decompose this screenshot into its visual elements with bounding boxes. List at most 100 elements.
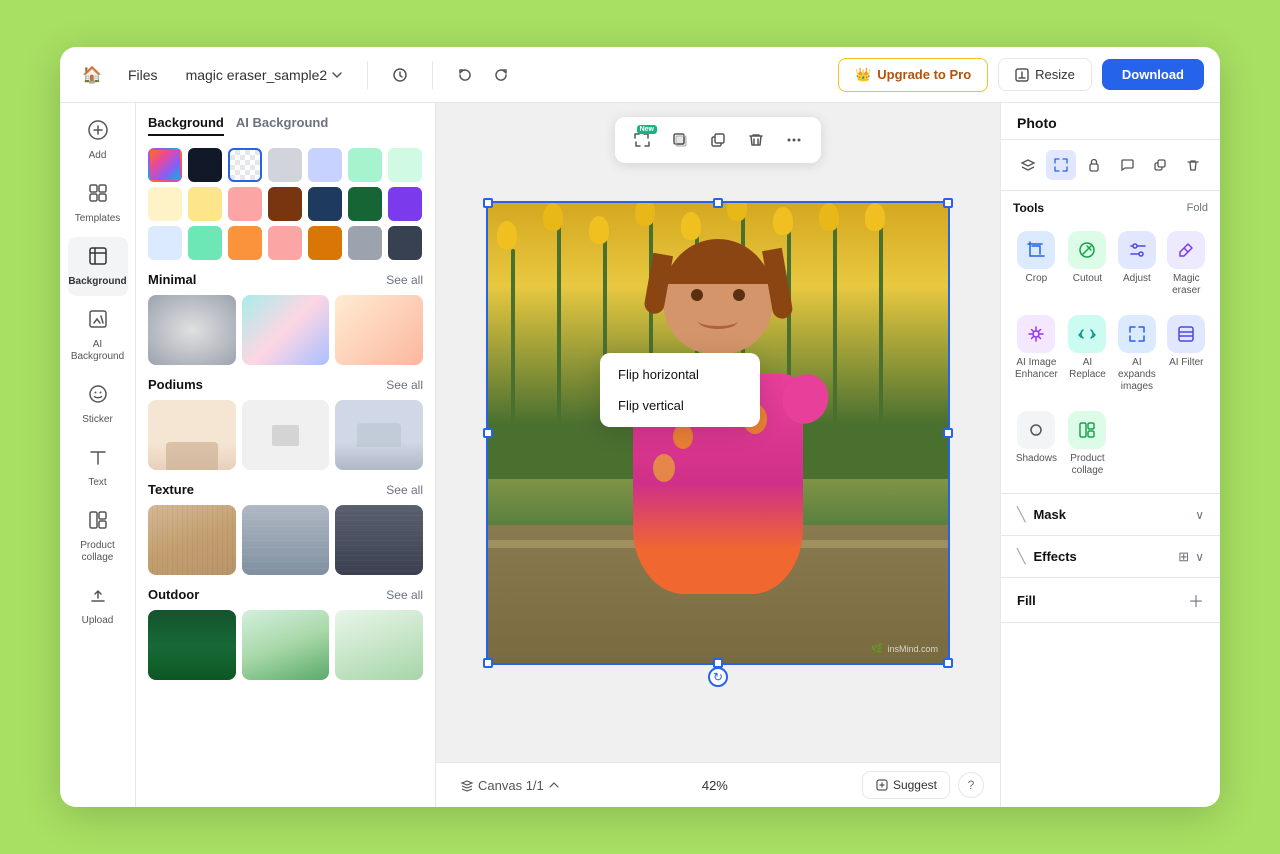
tool-ai-replace[interactable]: AI Replace <box>1066 309 1109 399</box>
swatch-green-lighter[interactable] <box>388 148 422 182</box>
sidebar-item-sticker[interactable]: Sticker <box>68 375 128 434</box>
magic-expand-button[interactable]: New <box>625 123 659 157</box>
swatch-red[interactable] <box>268 226 302 260</box>
swatch-dark-gray[interactable] <box>388 226 422 260</box>
fill-add-button[interactable]: ＋ <box>1188 588 1204 612</box>
swatch-brown[interactable] <box>268 187 302 221</box>
home-button[interactable]: 🏠 <box>76 59 108 91</box>
swatch-black[interactable] <box>188 148 222 182</box>
rp-lock-button[interactable] <box>1079 150 1109 180</box>
swatch-orange[interactable] <box>228 226 262 260</box>
tool-ai-image-enhancer[interactable]: AI Image Enhancer <box>1013 309 1060 399</box>
suggest-button[interactable]: Suggest <box>862 771 950 799</box>
sidebar-item-ai-background[interactable]: AI Background <box>68 300 128 371</box>
sidebar-item-upload[interactable]: Upload <box>68 576 128 635</box>
tool-shadows[interactable]: Shadows <box>1013 405 1060 483</box>
handle-tl[interactable] <box>483 198 493 208</box>
swatch-indigo-light[interactable] <box>308 148 342 182</box>
tools-fold[interactable]: Fold <box>1187 202 1208 214</box>
tool-cutout[interactable]: Cutout <box>1066 225 1109 303</box>
outdoor-thumb-2[interactable] <box>242 610 330 680</box>
tool-adjust[interactable]: Adjust <box>1115 225 1158 303</box>
texture-thumb-2[interactable] <box>242 505 330 575</box>
podium-thumb-2[interactable] <box>242 400 330 470</box>
outdoor-thumb-1[interactable] <box>148 610 236 680</box>
swatch-dark-green[interactable] <box>348 187 382 221</box>
texture-thumb-3[interactable] <box>335 505 423 575</box>
tool-crop[interactable]: Crop <box>1013 225 1060 303</box>
swatch-lightgray[interactable] <box>268 148 302 182</box>
handle-mr[interactable] <box>943 428 953 438</box>
sidebar-item-templates[interactable]: Templates <box>68 174 128 233</box>
upgrade-button[interactable]: 👑 Upgrade to Pro <box>838 58 988 92</box>
swatch-red-light[interactable] <box>228 187 262 221</box>
canvas-delete-button[interactable] <box>739 123 773 157</box>
handle-tr[interactable] <box>943 198 953 208</box>
tool-magic-eraser[interactable]: Magic eraser <box>1165 225 1208 303</box>
resize-button[interactable]: Resize <box>998 58 1092 91</box>
canvas-layers-button[interactable]: Canvas 1/1 <box>452 774 568 797</box>
tab-background[interactable]: Background <box>148 115 224 136</box>
filename-selector[interactable]: magic eraser_sample2 <box>178 63 352 87</box>
minimal-thumb-2[interactable] <box>242 295 330 365</box>
swatch-rainbow[interactable] <box>148 148 182 182</box>
sidebar-item-text[interactable]: Text <box>68 438 128 497</box>
handle-bl[interactable] <box>483 658 493 668</box>
section-outdoor-see-all[interactable]: See all <box>386 588 423 602</box>
handle-ml[interactable] <box>483 428 493 438</box>
rp-comment-button[interactable] <box>1112 150 1142 180</box>
rp-magic-expand-button[interactable] <box>1046 150 1076 180</box>
undo-button[interactable] <box>449 59 481 91</box>
files-link[interactable]: Files <box>120 63 166 87</box>
canvas-shadow-button[interactable] <box>663 123 697 157</box>
handle-tc[interactable] <box>713 198 723 208</box>
swatch-yellow[interactable] <box>188 187 222 221</box>
sidebar-item-add[interactable]: Add <box>68 111 128 170</box>
podium-thumb-1[interactable] <box>148 400 236 470</box>
canvas-toolbar: New <box>615 117 821 163</box>
rp-layers-button[interactable] <box>1013 150 1043 180</box>
canvas-more-button[interactable] <box>777 123 811 157</box>
flip-vertical-item[interactable]: Flip vertical <box>606 390 754 421</box>
section-texture-see-all[interactable]: See all <box>386 483 423 497</box>
outdoor-thumb-3[interactable] <box>335 610 423 680</box>
canvas-duplicate-button[interactable] <box>701 123 735 157</box>
help-button[interactable]: ? <box>958 772 984 798</box>
section-minimal-see-all[interactable]: See all <box>386 273 423 287</box>
effects-accordion-header[interactable]: ╲ Effects ⊞ ∨ <box>1001 536 1220 577</box>
tool-ai-filter[interactable]: AI Filter <box>1165 309 1208 399</box>
swatch-amber[interactable] <box>308 226 342 260</box>
swatch-blue-very-light[interactable] <box>148 226 182 260</box>
texture-thumb-1[interactable] <box>148 505 236 575</box>
mask-title-row: ╲ Mask <box>1017 506 1066 523</box>
swatch-yellow-light[interactable] <box>148 187 182 221</box>
effects-settings-icon[interactable]: ⊞ <box>1178 549 1189 565</box>
mask-accordion-header[interactable]: ╲ Mask ∨ <box>1001 494 1220 535</box>
rotate-handle[interactable]: ↻ <box>708 667 728 687</box>
swatch-navy[interactable] <box>308 187 342 221</box>
tool-ai-expands[interactable]: AI expands images <box>1115 309 1158 399</box>
download-button[interactable]: Download <box>1102 59 1204 90</box>
fill-section: Fill ＋ <box>1001 578 1220 623</box>
swatch-purple[interactable] <box>388 187 422 221</box>
handle-br[interactable] <box>943 658 953 668</box>
podium-thumb-3[interactable] <box>335 400 423 470</box>
tab-ai-background[interactable]: AI Background <box>236 115 328 136</box>
tool-product-collage[interactable]: Product collage <box>1066 405 1109 483</box>
history-icon[interactable] <box>384 59 416 91</box>
minimal-thumb-3[interactable] <box>335 295 423 365</box>
image-frame[interactable]: 🌿 insMind.com ↻ <box>486 201 950 665</box>
swatch-teal-light[interactable] <box>188 226 222 260</box>
sidebar-item-background[interactable]: Background <box>68 237 128 296</box>
flip-horizontal-item[interactable]: Flip horizontal <box>606 359 754 390</box>
swatch-transparent[interactable] <box>228 148 262 182</box>
icon-sidebar: Add Templates Background AI Background <box>60 103 136 807</box>
swatch-mid-gray[interactable] <box>348 226 382 260</box>
rp-duplicate-button[interactable] <box>1145 150 1175 180</box>
sidebar-item-product-collage[interactable]: Product collage <box>68 501 128 572</box>
minimal-thumb-1[interactable] <box>148 295 236 365</box>
redo-button[interactable] <box>485 59 517 91</box>
swatch-green-light[interactable] <box>348 148 382 182</box>
rp-delete-button[interactable] <box>1178 150 1208 180</box>
section-podiums-see-all[interactable]: See all <box>386 378 423 392</box>
